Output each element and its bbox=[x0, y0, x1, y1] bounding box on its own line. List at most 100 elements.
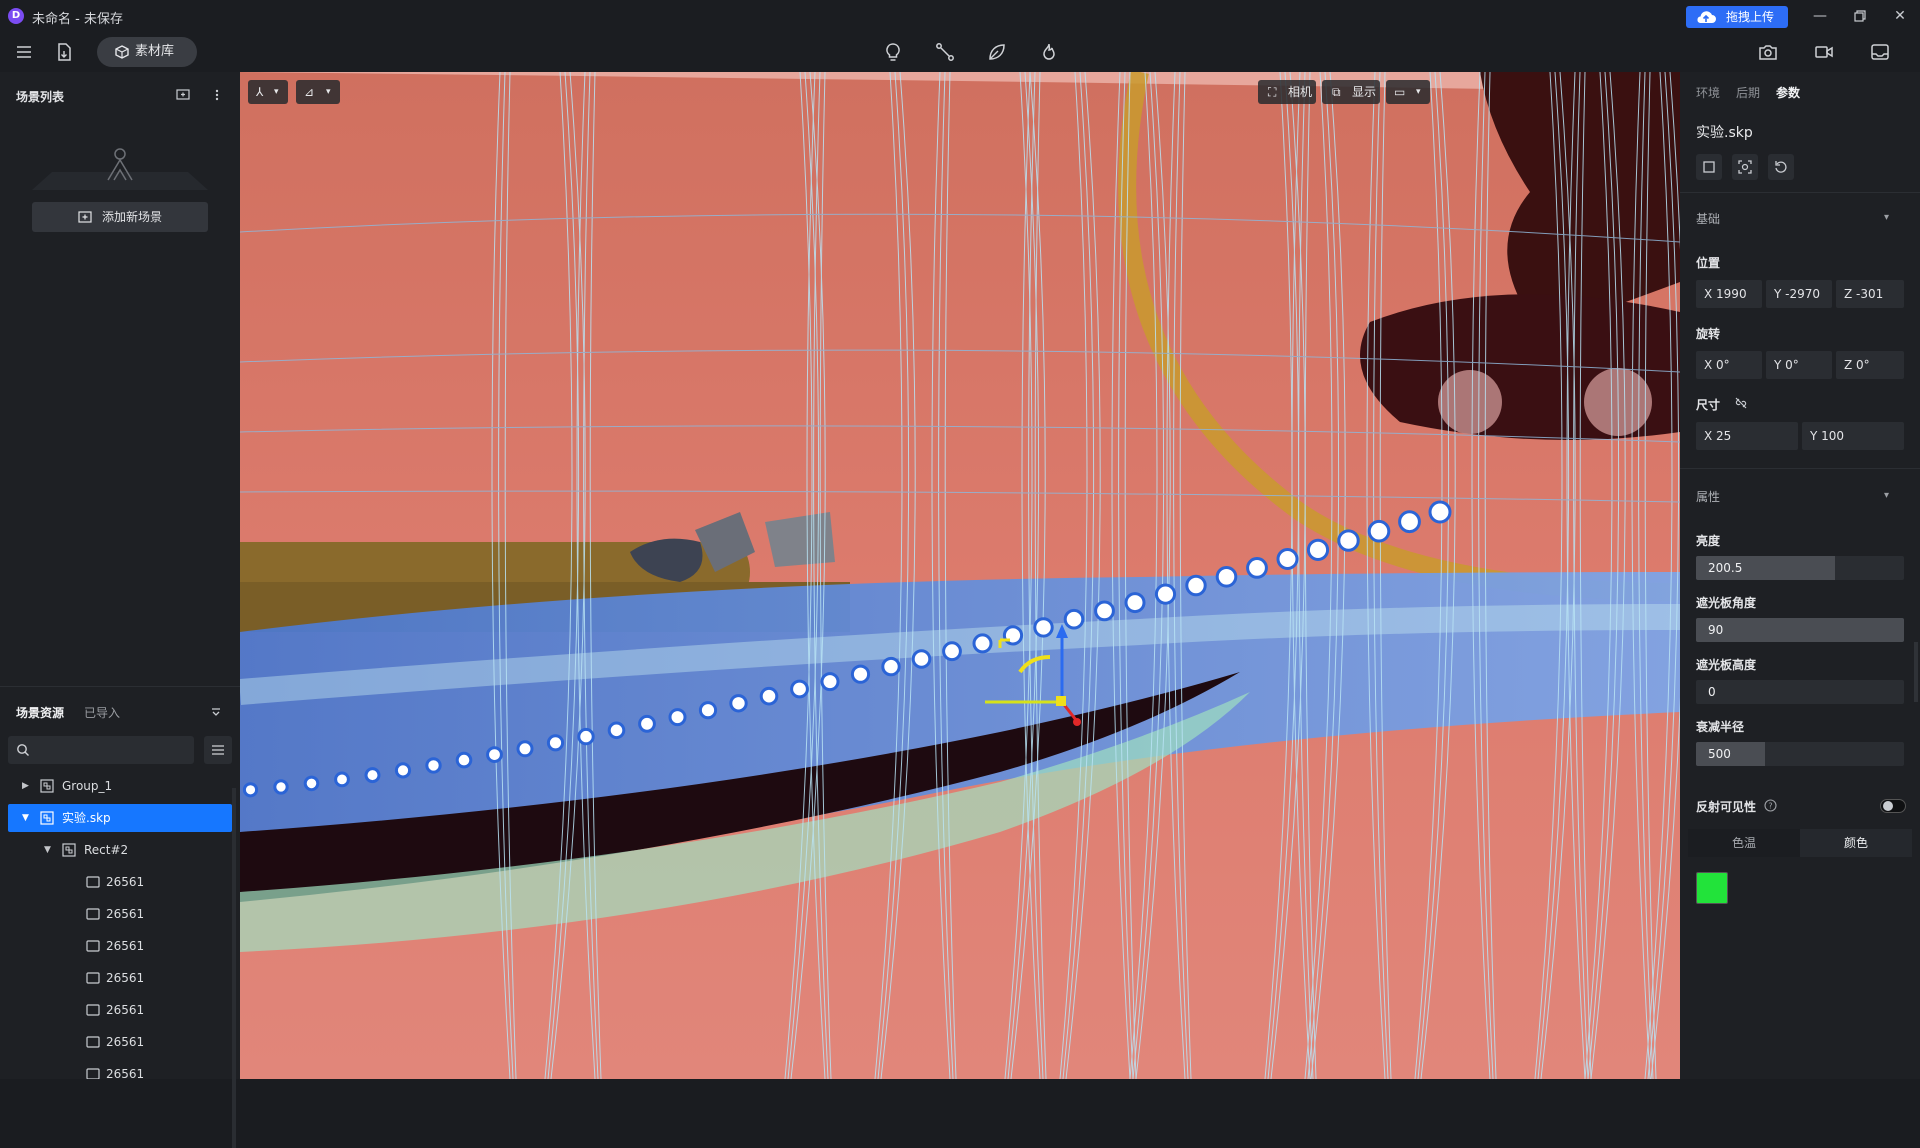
tree-item-label: 26561 bbox=[106, 971, 145, 985]
light-path-node bbox=[790, 679, 809, 699]
tree-item-mesh[interactable]: 26561 bbox=[8, 1028, 232, 1056]
copy-object-button[interactable] bbox=[1696, 154, 1722, 180]
collapse-arrow-icon[interactable]: ▼ bbox=[22, 804, 29, 832]
expand-arrow-icon[interactable]: ▶ bbox=[22, 772, 29, 800]
leaf-icon[interactable] bbox=[987, 42, 1007, 62]
barn-height-value: 0 bbox=[1708, 685, 1716, 699]
transform-mode-dropdown[interactable]: ⅄ ▾ bbox=[248, 80, 288, 104]
light-path-node bbox=[425, 757, 442, 774]
drag-upload-button[interactable]: 拖拽上传 bbox=[1686, 6, 1788, 28]
gallery-icon[interactable] bbox=[1870, 42, 1890, 62]
rotation-z-input[interactable]: Z 0° bbox=[1836, 351, 1904, 379]
focus-object-button[interactable] bbox=[1732, 154, 1758, 180]
position-y-input[interactable]: Y -2970 bbox=[1766, 280, 1832, 308]
chevron-down-icon: ▾ bbox=[326, 87, 331, 97]
add-screen-icon[interactable] bbox=[176, 88, 190, 102]
inspector-scrollbar[interactable] bbox=[1914, 642, 1918, 702]
fire-icon[interactable] bbox=[1039, 42, 1059, 62]
barn-angle-label: 遮光板角度 bbox=[1696, 596, 1757, 610]
search-icon bbox=[17, 744, 29, 756]
group-icon bbox=[40, 779, 54, 793]
size-y-input[interactable]: Y 100 bbox=[1802, 422, 1904, 450]
light-path-node bbox=[1033, 617, 1054, 638]
tab-parameters[interactable]: 参数 bbox=[1776, 84, 1800, 101]
list-view-button[interactable] bbox=[204, 736, 232, 764]
video-icon[interactable] bbox=[1814, 42, 1834, 62]
svg-text:?: ? bbox=[1768, 802, 1772, 811]
axis-icon: ⅄ bbox=[256, 85, 264, 99]
restore-button[interactable] bbox=[1840, 0, 1880, 32]
tab-scene-resources[interactable]: 场景资源 bbox=[16, 704, 64, 721]
light-path-node bbox=[607, 721, 626, 740]
toggle-knob bbox=[1883, 801, 1893, 811]
mesh-icon bbox=[86, 1004, 100, 1016]
light-path-node bbox=[1428, 500, 1452, 524]
attributes-section-title[interactable]: 属性 bbox=[1696, 488, 1720, 505]
tree-item-mesh[interactable]: 26561 bbox=[8, 868, 232, 896]
tree-item-mesh[interactable]: 26561 bbox=[8, 1060, 232, 1079]
tree-item-group-1[interactable]: ▶ Group_1 bbox=[8, 772, 232, 800]
light-path-node bbox=[364, 767, 381, 784]
tree-item-mesh[interactable]: 26561 bbox=[8, 996, 232, 1024]
close-window-button[interactable]: ✕ bbox=[1880, 0, 1920, 32]
tree-scrollbar[interactable] bbox=[232, 788, 236, 1148]
color-tab[interactable]: 颜色 bbox=[1800, 829, 1912, 857]
barn-height-slider[interactable]: 0 bbox=[1696, 680, 1904, 704]
unlink-icon[interactable] bbox=[1734, 396, 1748, 410]
scene-render[interactable] bbox=[240, 72, 1680, 1079]
tree-item-mesh[interactable]: 26561 bbox=[8, 932, 232, 960]
help-icon[interactable]: ? bbox=[1764, 799, 1777, 812]
brightness-slider[interactable]: 200.5 bbox=[1696, 556, 1904, 580]
color-temperature-tab[interactable]: 色温 bbox=[1688, 829, 1800, 857]
light-color-swatch[interactable] bbox=[1696, 872, 1728, 904]
add-new-scene-button[interactable]: 添加新场景 bbox=[32, 202, 208, 232]
main-toolbar: 素材库 bbox=[0, 32, 1920, 72]
light-path-node bbox=[394, 762, 412, 779]
tree-item-mesh[interactable]: 26561 bbox=[8, 900, 232, 928]
light-path-node bbox=[1185, 574, 1207, 597]
collapse-filter-icon[interactable] bbox=[210, 706, 222, 718]
light-path-node bbox=[1367, 519, 1391, 543]
reflection-visibility-toggle[interactable] bbox=[1880, 799, 1906, 813]
camera-snapshot-icon[interactable] bbox=[1758, 42, 1778, 62]
falloff-radius-slider[interactable]: 500 bbox=[1696, 742, 1904, 766]
camera-button[interactable]: ⛶ 相机 bbox=[1258, 80, 1316, 104]
render-mode-dropdown[interactable]: ▭ ▾ bbox=[1386, 80, 1430, 104]
collapse-arrow-icon[interactable]: ▼ bbox=[44, 836, 51, 864]
tab-post-processing[interactable]: 后期 bbox=[1736, 84, 1760, 101]
barn-angle-slider[interactable]: 90 bbox=[1696, 618, 1904, 642]
light-path-node bbox=[638, 714, 656, 733]
snap-mode-dropdown[interactable]: ⊿ ▾ bbox=[296, 80, 340, 104]
mesh-icon bbox=[86, 876, 100, 888]
chevron-down-icon[interactable]: ▾ bbox=[1884, 212, 1889, 223]
light-path-node bbox=[668, 708, 687, 727]
size-x-input[interactable]: X 25 bbox=[1696, 422, 1798, 450]
tree-item-rect-2[interactable]: ▼ Rect#2 bbox=[8, 836, 232, 864]
display-button[interactable]: ⧉ 显示 bbox=[1322, 80, 1380, 104]
light-bulb-icon[interactable] bbox=[883, 42, 903, 62]
basic-section-title[interactable]: 基础 bbox=[1696, 210, 1720, 227]
minimize-button[interactable]: — bbox=[1800, 0, 1840, 32]
file-icon[interactable] bbox=[54, 42, 74, 62]
rotation-x-input[interactable]: X 0° bbox=[1696, 351, 1762, 379]
display-icon: ⧉ bbox=[1332, 85, 1341, 99]
3d-viewport[interactable]: ⅄ ▾ ⊿ ▾ ⛶ 相机 ⧉ 显示 ▭ ▾ bbox=[240, 72, 1680, 1079]
rotation-y-input[interactable]: Y 0° bbox=[1766, 351, 1832, 379]
menu-icon[interactable] bbox=[14, 42, 34, 62]
asset-search-input[interactable] bbox=[8, 736, 194, 764]
section-divider bbox=[1680, 468, 1920, 469]
selected-object-name: 实验.skp bbox=[1696, 125, 1753, 141]
cloud-upload-icon bbox=[1697, 11, 1716, 23]
position-z-input[interactable]: Z -301 bbox=[1836, 280, 1904, 308]
position-x-input[interactable]: X 1990 bbox=[1696, 280, 1762, 308]
asset-library-button[interactable]: 素材库 bbox=[97, 37, 197, 67]
tree-item-mesh[interactable]: 26561 bbox=[8, 964, 232, 992]
display-label: 显示 bbox=[1352, 85, 1377, 99]
tree-item-experiment-skp[interactable]: ▼ 实验.skp bbox=[8, 804, 232, 832]
reset-object-button[interactable] bbox=[1768, 154, 1794, 180]
chevron-down-icon[interactable]: ▾ bbox=[1884, 490, 1889, 501]
tab-imported[interactable]: 已导入 bbox=[84, 704, 120, 721]
more-vertical-icon[interactable] bbox=[210, 88, 224, 102]
path-tool-icon[interactable] bbox=[935, 42, 955, 62]
tab-environment[interactable]: 环境 bbox=[1696, 84, 1720, 101]
